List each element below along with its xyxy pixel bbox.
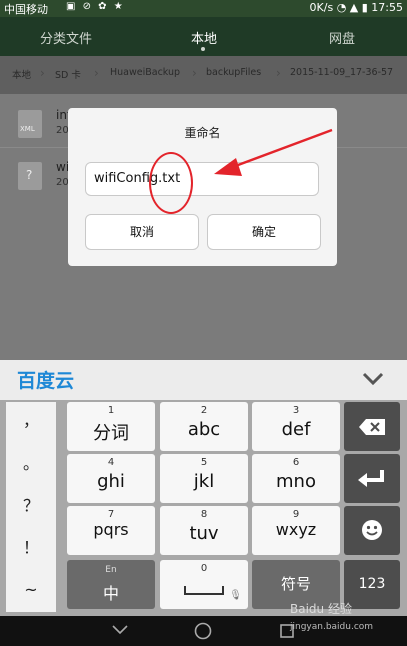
breadcrumb-item[interactable]: 2015-11-09_17-36-57: [290, 67, 393, 83]
tab-cloud[interactable]: 网盘: [329, 28, 355, 47]
key-2[interactable]: 2 abc: [160, 402, 248, 451]
emoji-key[interactable]: [344, 506, 400, 555]
chevron-right-icon: ›: [40, 66, 45, 80]
arrow-shaft: [229, 128, 333, 170]
microphone-icon: 🎙: [229, 590, 242, 601]
key-5[interactable]: 5 jkl: [160, 454, 248, 503]
enter-key[interactable]: [344, 454, 400, 503]
breadcrumb-item[interactable]: backupFiles: [206, 67, 261, 83]
cancel-button[interactable]: 取消: [85, 214, 199, 250]
breadcrumb-item[interactable]: 本地: [12, 67, 31, 83]
numeric-key[interactable]: 123: [344, 560, 400, 609]
unknown-file-icon: ?: [18, 162, 42, 190]
symbol-key-exclamation[interactable]: ！: [6, 529, 56, 570]
enter-icon: [358, 470, 384, 487]
key-label: def: [281, 419, 311, 440]
breadcrumb-item[interactable]: SD 卡: [55, 67, 81, 83]
key-number: 8: [200, 509, 208, 520]
file-type-label: XML: [20, 125, 35, 133]
tab-bar: 分类文件 本地 网盘: [0, 17, 407, 56]
file-type-label: ?: [26, 168, 33, 182]
key-number: 0: [200, 563, 208, 574]
key-6[interactable]: 6 mno: [252, 454, 340, 503]
chevron-right-icon: ›: [94, 66, 99, 80]
breadcrumb-item[interactable]: HuaweiBackup: [110, 67, 180, 83]
key-number: 5: [200, 457, 208, 468]
tab-categories[interactable]: 分类文件: [40, 28, 92, 47]
keyboard: ， 。 ？ ！ ~ 1 分词 2 abc 3 def 4 ghi 5 jkl 6…: [0, 400, 407, 616]
key-number: 6: [292, 457, 300, 468]
chevron-right-icon: ›: [276, 66, 281, 80]
key-7[interactable]: 7 pqrs: [67, 506, 155, 555]
xml-file-icon: XML: [18, 110, 42, 138]
clock: 17:55: [371, 1, 403, 14]
backspace-key[interactable]: [344, 402, 400, 451]
key-number: 9: [292, 509, 300, 520]
key-number: 4: [107, 457, 115, 468]
signal-icon: ◔ ▲ ▮: [336, 1, 372, 14]
annotation-circle: [149, 152, 193, 214]
key-number: 3: [292, 405, 300, 416]
back-icon[interactable]: [112, 625, 128, 635]
arrow-head: [214, 158, 242, 176]
status-bar: 中国移动 ▣ ⊘ ✿ ★ 0K/s ◔ ▲ ▮ 17:55: [0, 0, 407, 17]
language-switch-key[interactable]: En 中: [67, 560, 155, 609]
baidu-watermark: Baidu 经验: [290, 602, 352, 616]
key-number: 2: [200, 405, 208, 416]
key-label: mno: [276, 471, 316, 492]
key-number: 1: [107, 405, 115, 416]
keyboard-brand: 百度云: [17, 370, 75, 392]
key-label: pqrs: [93, 520, 129, 539]
key-9[interactable]: 9 wxyz: [252, 506, 340, 555]
space-bar-icon: [184, 586, 224, 595]
tab-local[interactable]: 本地: [191, 28, 217, 47]
annotation-arrow: [214, 128, 333, 176]
home-icon[interactable]: [194, 622, 212, 640]
symbol-key-question[interactable]: ？: [6, 487, 56, 528]
key-label: 分词: [93, 423, 129, 444]
key-4[interactable]: 4 ghi: [67, 454, 155, 503]
key-hint: En: [105, 565, 117, 575]
carrier-label: 中国移动: [4, 3, 48, 16]
key-label: jkl: [193, 471, 215, 492]
chevron-down-icon[interactable]: [362, 372, 384, 386]
symbol-key-period[interactable]: 。: [6, 445, 56, 486]
key-3[interactable]: 3 def: [252, 402, 340, 451]
keyboard-header: 百度云: [0, 360, 407, 400]
key-label: ghi: [97, 471, 125, 492]
key-label: 中: [102, 584, 119, 603]
notification-icons: ▣ ⊘ ✿ ★: [66, 1, 125, 12]
watermark-url: jingyan.baidu.com: [290, 622, 374, 632]
network-speed: 0K/s: [309, 1, 334, 14]
symbol-key-tilde[interactable]: ~: [6, 571, 56, 612]
symbol-key-comma[interactable]: ，: [6, 402, 56, 443]
space-key[interactable]: 0 🎙: [160, 560, 248, 609]
chevron-right-icon: ›: [192, 66, 197, 80]
breadcrumb: 本地 › SD 卡 › HuaweiBackup › backupFiles ›…: [0, 56, 407, 94]
key-label: tuv: [189, 523, 219, 544]
key-number: 7: [107, 509, 115, 520]
confirm-button[interactable]: 确定: [207, 214, 321, 250]
backspace-icon: [359, 419, 385, 435]
status-right: 0K/s ◔ ▲ ▮ 17:55: [310, 1, 403, 14]
key-label: abc: [187, 419, 221, 440]
key-1[interactable]: 1 分词: [67, 402, 155, 451]
key-label: wxyz: [275, 520, 317, 539]
smiley-icon: [362, 520, 382, 540]
active-tab-indicator: [201, 47, 205, 51]
key-8[interactable]: 8 tuv: [160, 506, 248, 555]
